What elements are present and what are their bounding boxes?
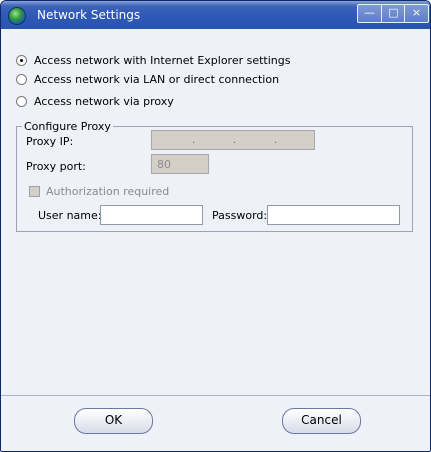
radio-ie-settings-label: Access network with Internet Explorer se… — [34, 53, 291, 67]
ip-dot-3: . — [274, 135, 278, 146]
username-input[interactable] — [100, 205, 203, 225]
radio-ie-settings[interactable] — [16, 54, 27, 66]
radio-proxy-label: Access network via proxy — [34, 94, 174, 108]
proxy-port-label: Proxy port: — [26, 160, 86, 173]
username-label: User name: — [38, 209, 102, 222]
cancel-button[interactable]: Cancel — [282, 408, 361, 434]
radio-lan-label: Access network via LAN or direct connect… — [34, 72, 280, 86]
proxy-ip-label: Proxy IP: — [26, 135, 74, 148]
dialog-body: Access network with Internet Explorer se… — [1, 29, 430, 451]
radio-option-proxy[interactable]: Access network via proxy — [16, 93, 174, 109]
password-input[interactable] — [267, 205, 400, 225]
ip-dot-2: . — [233, 135, 237, 146]
ip-dot-1: . — [192, 135, 196, 146]
proxy-port-input[interactable]: 80 — [151, 154, 209, 174]
minimize-button[interactable]: — — [358, 5, 381, 22]
window-controls: — □ × — [357, 4, 429, 23]
app-icon — [8, 7, 26, 25]
radio-proxy[interactable] — [16, 95, 27, 107]
ok-button[interactable]: OK — [74, 408, 153, 434]
proxy-ip-input[interactable]: . . . — [151, 130, 315, 150]
window-title: Network Settings — [37, 8, 141, 22]
close-button[interactable]: × — [404, 5, 428, 22]
maximize-button[interactable]: □ — [381, 5, 405, 22]
configure-proxy-legend: Configure Proxy — [24, 120, 111, 133]
authorization-checkbox[interactable] — [29, 186, 40, 197]
authorization-label: Authorization required — [46, 185, 170, 198]
footer-divider — [1, 395, 430, 396]
radio-option-ie-settings[interactable]: Access network with Internet Explorer se… — [16, 52, 291, 68]
network-settings-window: Network Settings — □ × Access network wi… — [0, 0, 431, 452]
radio-lan[interactable] — [16, 73, 27, 85]
radio-option-lan[interactable]: Access network via LAN or direct connect… — [16, 71, 279, 87]
title-bar[interactable]: Network Settings — □ × — [1, 1, 430, 29]
password-label: Password: — [212, 209, 268, 222]
